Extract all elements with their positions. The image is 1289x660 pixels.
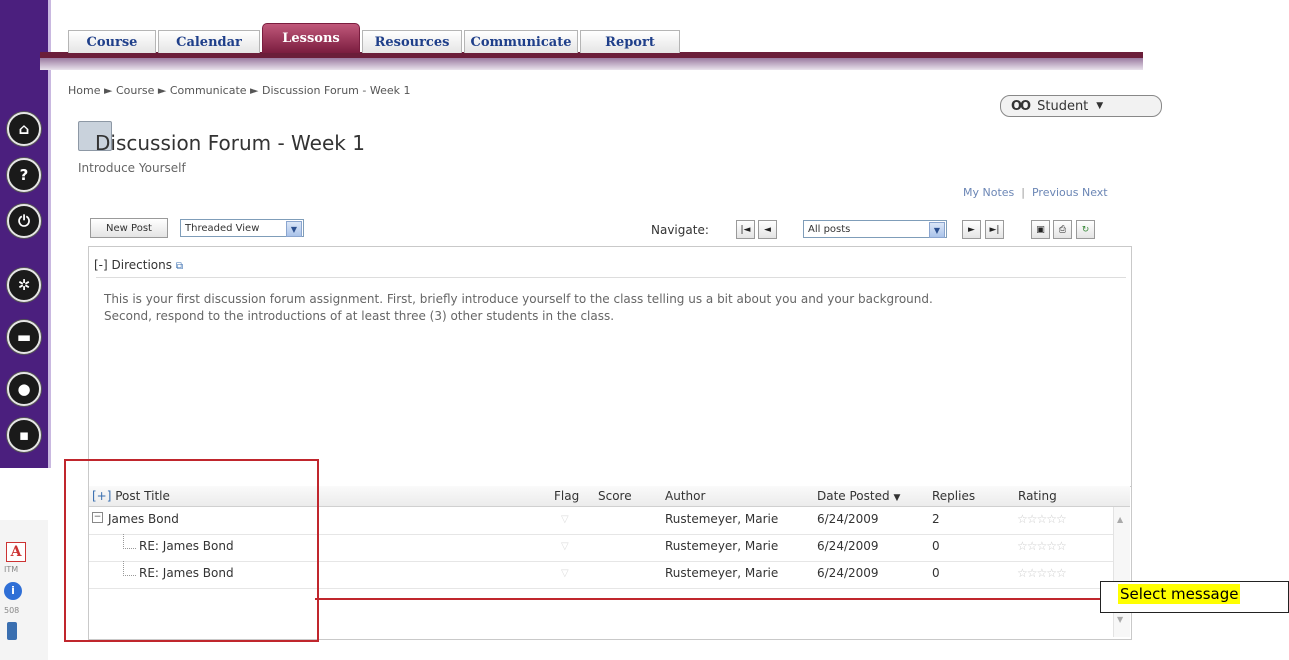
chevron-down-icon: ▼	[1096, 101, 1104, 111]
tab-calendar[interactable]: Calendar	[158, 30, 260, 53]
col-date-posted[interactable]: Date Posted ▼	[817, 489, 900, 503]
breadcrumb-current: Discussion Forum - Week 1	[262, 84, 411, 97]
popout-icon[interactable]: ⧉	[176, 261, 183, 272]
trash-icon[interactable]	[7, 622, 17, 640]
col-replies[interactable]: Replies	[932, 489, 975, 503]
tab-report[interactable]: Report	[580, 30, 680, 53]
navigate-label: Navigate:	[651, 223, 709, 237]
new-post-button[interactable]: New Post	[90, 218, 168, 238]
top-links: My Notes | Previous Next	[963, 186, 1108, 199]
breadcrumb-separator: ►	[103, 84, 113, 97]
view-select-value: Threaded View	[185, 222, 260, 234]
print-icon[interactable]: ⎙	[1053, 220, 1072, 239]
breadcrumb: Home ► Course ► Communicate ► Discussion…	[68, 84, 410, 97]
directions-text: This is your first discussion forum assi…	[104, 292, 933, 323]
scroll-up-icon[interactable]: ▲	[1117, 515, 1123, 524]
rating-stars-icon[interactable]: ☆☆☆☆☆	[1017, 539, 1067, 553]
tab-bar-shadow	[40, 58, 1143, 70]
tab-communicate[interactable]: Communicate	[464, 30, 578, 53]
callout-connector	[315, 598, 1100, 600]
chat-icon[interactable]: ▪	[7, 418, 41, 452]
next-link[interactable]: Next	[1082, 186, 1108, 199]
folder-icon[interactable]: ▬	[7, 320, 41, 354]
col-author[interactable]: Author	[665, 489, 705, 503]
tab-resources[interactable]: Resources	[362, 30, 462, 53]
itm-label: ITM	[4, 565, 19, 574]
page-subtitle: Introduce Yourself	[78, 161, 186, 175]
role-view-switch[interactable]: OO Student ▼	[1000, 95, 1162, 117]
post-author: Rustemeyer, Marie	[665, 566, 779, 580]
scroll-down-icon[interactable]: ▼	[1117, 615, 1123, 624]
my-notes-link[interactable]: My Notes	[963, 186, 1014, 199]
col-date-posted-label: Date Posted	[817, 489, 890, 503]
gear-icon[interactable]: ✲	[7, 268, 41, 302]
chevron-down-icon: ▼	[286, 221, 302, 237]
breadcrumb-communicate[interactable]: Communicate	[170, 84, 247, 97]
grid-scrollbar[interactable]: ▲ ▼	[1113, 507, 1130, 637]
help-icon[interactable]: ?	[7, 158, 41, 192]
breadcrumb-course[interactable]: Course	[116, 84, 154, 97]
first-post-icon[interactable]: |◄	[736, 220, 755, 239]
previous-post-icon[interactable]: ◄	[758, 220, 777, 239]
chevron-down-icon: ▼	[929, 222, 945, 238]
post-date: 6/24/2009	[817, 539, 879, 553]
508-label: 508	[4, 606, 20, 615]
previous-link[interactable]: Previous	[1032, 186, 1079, 199]
breadcrumb-separator: ►	[250, 84, 259, 97]
rating-stars-icon[interactable]: ☆☆☆☆☆	[1017, 512, 1067, 526]
page-title: Discussion Forum - Week 1	[95, 131, 365, 155]
person-icon[interactable]: ●	[7, 372, 41, 406]
flag-icon[interactable]: ▽	[561, 541, 569, 552]
tab-course[interactable]: Course	[68, 30, 156, 53]
post-date: 6/24/2009	[817, 566, 879, 580]
flag-icon[interactable]: ▽	[561, 514, 569, 525]
post-replies: 0	[932, 566, 940, 580]
refresh-icon[interactable]: ↻	[1076, 220, 1095, 239]
rating-stars-icon[interactable]: ☆☆☆☆☆	[1017, 566, 1067, 580]
post-replies: 2	[932, 512, 940, 526]
glasses-icon: OO	[1011, 98, 1031, 114]
post-replies: 0	[932, 539, 940, 553]
last-post-icon[interactable]: ►|	[985, 220, 1004, 239]
directions-toggle[interactable]: [-] Directions ⧉	[94, 258, 183, 272]
post-author: Rustemeyer, Marie	[665, 539, 779, 553]
view-select[interactable]: Threaded View ▼	[180, 219, 304, 237]
col-flag[interactable]: Flag	[554, 489, 579, 503]
role-view-label: Student	[1037, 98, 1089, 114]
post-filter-value: All posts	[808, 223, 851, 235]
post-date: 6/24/2009	[817, 512, 879, 526]
highlight-box	[64, 459, 319, 642]
post-author: Rustemeyer, Marie	[665, 512, 779, 526]
save-icon[interactable]: ▣	[1031, 220, 1050, 239]
acrobat-icon[interactable]: A	[6, 542, 26, 562]
directions-toggle-label: [-] Directions	[94, 258, 172, 272]
col-score[interactable]: Score	[598, 489, 632, 503]
breadcrumb-separator: ►	[157, 84, 167, 97]
left-tool-rail: ⌂ ? ⏻ ✲ ▬ ● ▪	[0, 0, 51, 468]
home-icon[interactable]: ⌂	[7, 112, 41, 146]
info-icon[interactable]: i	[4, 582, 22, 600]
breadcrumb-home[interactable]: Home	[68, 84, 100, 97]
flag-icon[interactable]: ▽	[561, 568, 569, 579]
tab-lessons[interactable]: Lessons	[262, 23, 360, 53]
bottom-tools: A ITM i 508	[0, 520, 48, 660]
callout-text: Select message	[1118, 584, 1241, 604]
next-post-icon[interactable]: ►	[962, 220, 981, 239]
post-filter-select[interactable]: All posts ▼	[803, 220, 947, 238]
col-rating[interactable]: Rating	[1018, 489, 1057, 503]
power-icon[interactable]: ⏻	[7, 204, 41, 238]
link-separator: |	[1017, 186, 1029, 199]
sort-desc-icon: ▼	[893, 493, 901, 503]
